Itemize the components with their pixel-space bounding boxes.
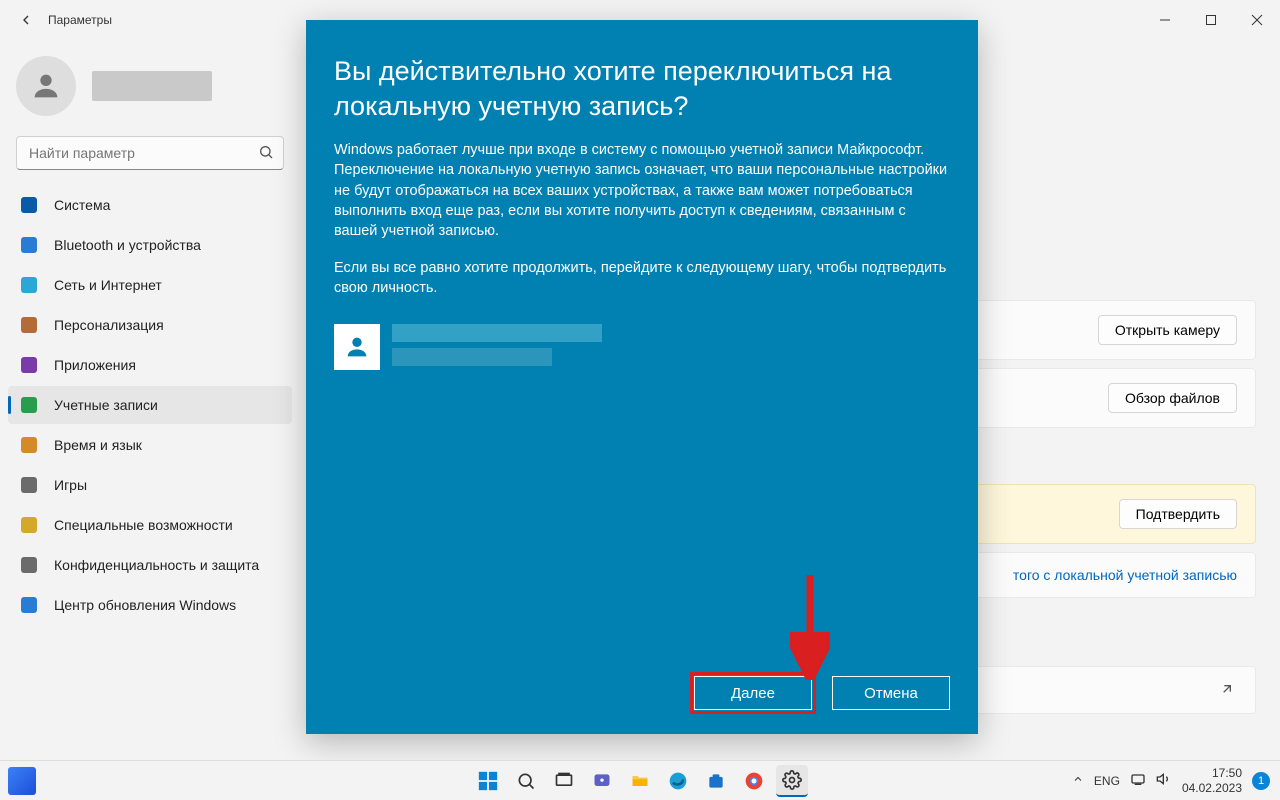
nav-label: Время и язык xyxy=(54,437,142,453)
cancel-button[interactable]: Отмена xyxy=(832,676,950,710)
avatar xyxy=(16,56,76,116)
chat-button[interactable] xyxy=(586,765,618,797)
close-button[interactable] xyxy=(1234,0,1280,40)
taskbar-search-button[interactable] xyxy=(510,765,542,797)
sidebar-item-1[interactable]: Bluetooth и устройства xyxy=(8,226,292,264)
local-account-link[interactable]: того с локальной учетной записью xyxy=(1013,567,1237,583)
edge-button[interactable] xyxy=(662,765,694,797)
nav-icon xyxy=(20,596,38,614)
sidebar: Система Bluetooth и устройства Сеть и Инте… xyxy=(0,40,300,760)
dialog-paragraph-1: Windows работает лучше при входе в систе… xyxy=(334,140,950,241)
notification-badge[interactable]: 1 xyxy=(1252,772,1270,790)
back-button[interactable] xyxy=(16,10,36,30)
switch-local-account-dialog: Вы действительно хотите переключиться на… xyxy=(306,20,978,734)
dialog-avatar xyxy=(334,324,380,370)
sidebar-item-5[interactable]: Учетные записи xyxy=(8,386,292,424)
widgets-icon xyxy=(8,767,36,795)
nav-icon xyxy=(20,556,38,574)
nav-icon xyxy=(20,196,38,214)
search-input[interactable] xyxy=(16,136,284,170)
nav-icon xyxy=(20,356,38,374)
dialog-user-row xyxy=(334,324,950,370)
sidebar-item-3[interactable]: Персонализация xyxy=(8,306,292,344)
tray-language[interactable]: ENG xyxy=(1094,774,1120,788)
nav-icon xyxy=(20,396,38,414)
open-external-icon xyxy=(1219,681,1237,699)
nav-label: Система xyxy=(54,197,110,213)
user-name-redacted xyxy=(92,71,212,101)
sidebar-item-10[interactable]: Центр обновления Windows xyxy=(8,586,292,624)
window-controls xyxy=(1142,0,1280,40)
tray-chevron-icon[interactable] xyxy=(1072,773,1084,788)
confirm-button[interactable]: Подтвердить xyxy=(1119,499,1237,529)
nav-label: Учетные записи xyxy=(54,397,158,413)
nav-label: Игры xyxy=(54,477,87,493)
sidebar-item-2[interactable]: Сеть и Интернет xyxy=(8,266,292,304)
next-button[interactable]: Далее xyxy=(694,676,812,710)
user-block[interactable] xyxy=(8,40,292,136)
task-view-button[interactable] xyxy=(548,765,580,797)
taskbar: ENG 17:50 04.02.2023 1 xyxy=(0,760,1280,800)
nav-icon xyxy=(20,316,38,334)
sidebar-item-9[interactable]: Конфиденциальность и защита xyxy=(8,546,292,584)
nav-icon xyxy=(20,236,38,254)
browse-files-button[interactable]: Обзор файлов xyxy=(1108,383,1237,413)
nav-label: Bluetooth и устройства xyxy=(54,237,201,253)
sidebar-item-6[interactable]: Время и язык xyxy=(8,426,292,464)
dialog-buttons: Далее Отмена xyxy=(334,676,950,710)
nav-icon xyxy=(20,516,38,534)
nav-label: Сеть и Интернет xyxy=(54,277,162,293)
dialog-paragraph-2: Если вы все равно хотите продолжить, пер… xyxy=(334,258,950,299)
search-wrap xyxy=(16,136,284,170)
dialog-heading: Вы действительно хотите переключиться на… xyxy=(334,54,950,124)
nav-icon xyxy=(20,436,38,454)
sidebar-item-0[interactable]: Система xyxy=(8,186,292,224)
tray-date: 04.02.2023 xyxy=(1182,781,1242,795)
network-icon[interactable] xyxy=(1130,771,1146,790)
system-tray: ENG 17:50 04.02.2023 1 xyxy=(1072,766,1280,795)
user-name xyxy=(92,71,212,101)
tray-time: 17:50 xyxy=(1212,766,1242,780)
start-button[interactable] xyxy=(472,765,504,797)
nav-label: Приложения xyxy=(54,357,136,373)
nav-label: Конфиденциальность и защита xyxy=(54,557,259,573)
settings-button[interactable] xyxy=(776,765,808,797)
tray-clock[interactable]: 17:50 04.02.2023 xyxy=(1182,766,1242,795)
search-icon xyxy=(258,144,274,165)
nav-icon xyxy=(20,476,38,494)
maximize-button[interactable] xyxy=(1188,0,1234,40)
nav-label: Специальные возможности xyxy=(54,517,233,533)
sidebar-item-8[interactable]: Специальные возможности xyxy=(8,506,292,544)
taskbar-pinned xyxy=(472,765,808,797)
file-explorer-button[interactable] xyxy=(624,765,656,797)
nav-icon xyxy=(20,276,38,294)
volume-icon[interactable] xyxy=(1156,771,1172,790)
chrome-button[interactable] xyxy=(738,765,770,797)
minimize-button[interactable] xyxy=(1142,0,1188,40)
nav-label: Персонализация xyxy=(54,317,164,333)
widgets-button[interactable] xyxy=(8,767,36,795)
nav-label: Центр обновления Windows xyxy=(54,597,236,613)
store-button[interactable] xyxy=(700,765,732,797)
nav: Система Bluetooth и устройства Сеть и Инте… xyxy=(8,186,292,624)
open-camera-button[interactable]: Открыть камеру xyxy=(1098,315,1237,345)
window-title: Параметры xyxy=(48,13,112,27)
dialog-user-redacted xyxy=(392,324,602,366)
sidebar-item-4[interactable]: Приложения xyxy=(8,346,292,384)
sidebar-item-7[interactable]: Игры xyxy=(8,466,292,504)
